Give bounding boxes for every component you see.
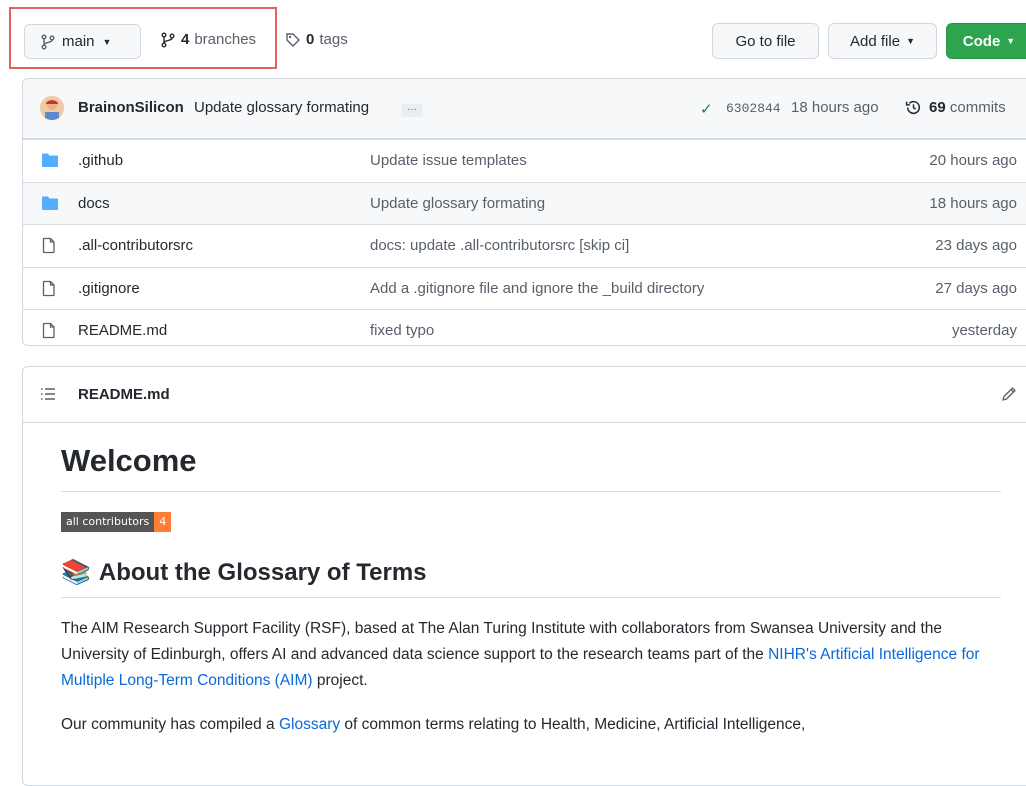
file-name[interactable]: .all-contributorsrc xyxy=(78,237,193,254)
paragraph-text: project. xyxy=(312,672,368,689)
file-row[interactable]: .gitignore Add a .gitignore file and ign… xyxy=(23,266,1026,310)
file-age: 20 hours ago xyxy=(929,152,1017,169)
expand-commit-button[interactable]: … xyxy=(401,103,423,117)
latest-commit-bar: BrainonSilicon Update glossary formating… xyxy=(23,79,1026,139)
books-icon: 📚 xyxy=(61,559,91,586)
code-button[interactable]: Code ▼ xyxy=(946,23,1026,59)
file-age: 27 days ago xyxy=(935,279,1017,297)
tags-count: 0 xyxy=(306,31,315,48)
file-icon xyxy=(41,280,57,297)
file-age: 18 hours ago xyxy=(929,194,1017,212)
badge-label: all contributors xyxy=(61,512,155,532)
commit-sha[interactable]: 6302844 xyxy=(726,101,781,116)
file-name[interactable]: README.md xyxy=(78,322,167,339)
commit-message[interactable]: Update glossary formating xyxy=(194,99,369,116)
file-name[interactable]: .github xyxy=(78,152,123,169)
chevron-down-icon: ▼ xyxy=(102,36,112,47)
folder-icon xyxy=(41,195,59,211)
chevron-down-icon: ▼ xyxy=(1006,36,1016,46)
tags-link[interactable]: 0 tags xyxy=(285,31,348,48)
file-commit-message[interactable]: docs: update .all-contributorsrc [skip c… xyxy=(370,237,629,254)
add-file-label: Add file xyxy=(850,32,901,50)
file-commit-message[interactable]: Add a .gitignore file and ignore the _bu… xyxy=(370,280,704,297)
file-commit-message[interactable]: fixed typo xyxy=(370,322,434,339)
readme-heading: Welcome xyxy=(61,443,1001,492)
file-icon xyxy=(41,322,57,339)
code-label: Code xyxy=(962,32,1001,50)
commit-author[interactable]: BrainonSilicon xyxy=(78,99,184,116)
glossary-link[interactable]: Glossary xyxy=(279,716,340,733)
repo-toolbar: main ▼ 4 branches 0 tags Go to file Add … xyxy=(0,0,1026,78)
commit-time: 18 hours ago xyxy=(791,99,879,116)
go-to-file-label: Go to file xyxy=(735,32,796,50)
file-commit-message[interactable]: Update issue templates xyxy=(370,152,527,169)
pencil-icon[interactable] xyxy=(1001,386,1017,402)
section-heading-text: About the Glossary of Terms xyxy=(98,558,427,586)
file-age: 23 days ago xyxy=(935,237,1017,255)
paragraph-glossary: Our community has compiled a Glossary of… xyxy=(61,712,1001,738)
tag-icon xyxy=(285,32,301,48)
commits-count: 69 xyxy=(929,99,946,116)
file-commit-message[interactable]: Update glossary formating xyxy=(370,195,545,212)
paragraph-text: of common terms relating to Health, Medi… xyxy=(340,716,806,733)
file-name[interactable]: docs xyxy=(78,195,110,212)
badge-count: 4 xyxy=(154,512,172,532)
file-browser: BrainonSilicon Update glossary formating… xyxy=(22,78,1026,346)
file-row[interactable]: docs Update glossary formating 18 hours … xyxy=(23,181,1026,225)
history-icon xyxy=(905,99,922,116)
file-row[interactable]: README.md fixed typo yesterday xyxy=(23,309,1026,345)
chevron-down-icon: ▼ xyxy=(906,36,915,46)
readme-content: Welcome all contributors 4 📚 About the G… xyxy=(61,423,1001,738)
branches-link[interactable]: 4 branches xyxy=(160,31,256,48)
file-age: yesterday xyxy=(951,322,1017,340)
file-name[interactable]: .gitignore xyxy=(78,280,140,297)
readme-panel: README.md Welcome all contributors 4 📚 A… xyxy=(22,366,1026,786)
git-branch-icon xyxy=(160,32,176,48)
branches-count: 4 xyxy=(181,31,190,48)
check-icon: ✓ xyxy=(700,101,713,118)
avatar[interactable] xyxy=(40,96,64,120)
list-unordered-icon[interactable] xyxy=(40,387,56,401)
readme-header: README.md xyxy=(23,367,1026,423)
all-contributors-badge[interactable]: all contributors 4 xyxy=(61,512,172,532)
section-heading: 📚 About the Glossary of Terms xyxy=(61,558,1001,598)
branch-name: main xyxy=(62,33,95,50)
branch-selector[interactable]: main ▼ xyxy=(24,24,141,59)
commits-label: commits xyxy=(949,99,1006,116)
paragraph-text: Our community has compiled a xyxy=(61,716,279,733)
branches-label: branches xyxy=(194,31,257,48)
file-row[interactable]: .github Update issue templates 20 hours … xyxy=(23,139,1026,182)
readme-filename[interactable]: README.md xyxy=(78,386,170,403)
add-file-button[interactable]: Add file ▼ xyxy=(828,23,937,59)
paragraph-intro: The AIM Research Support Facility (RSF),… xyxy=(61,616,1001,694)
tags-label: tags xyxy=(319,31,348,48)
git-branch-icon xyxy=(40,34,56,50)
folder-icon xyxy=(41,152,59,168)
file-icon xyxy=(41,237,57,254)
commits-link[interactable]: 69 commits xyxy=(929,99,1006,116)
go-to-file-button[interactable]: Go to file xyxy=(712,23,819,59)
file-row[interactable]: .all-contributorsrc docs: update .all-co… xyxy=(23,224,1026,267)
